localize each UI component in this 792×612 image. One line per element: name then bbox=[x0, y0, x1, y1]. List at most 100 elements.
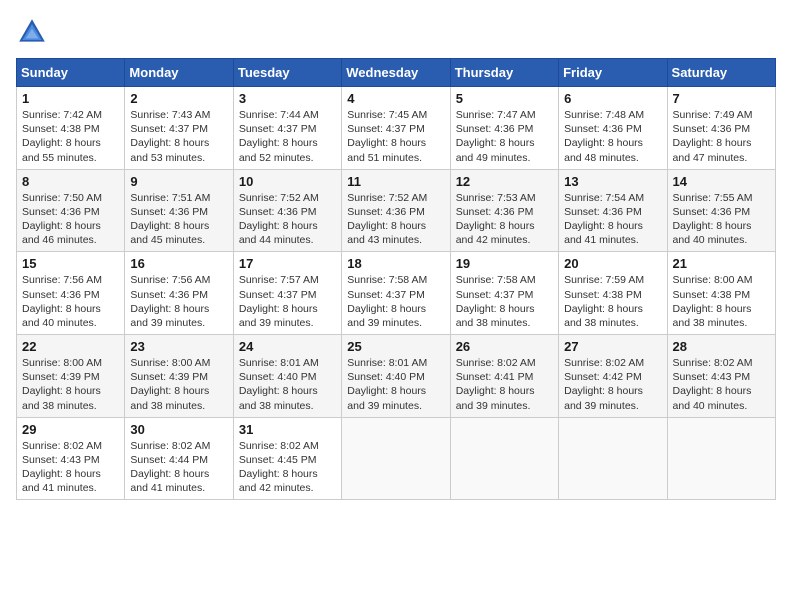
day-info: Sunrise: 7:42 AM Sunset: 4:38 PM Dayligh… bbox=[22, 108, 119, 165]
weekday-header-thursday: Thursday bbox=[450, 59, 558, 87]
sunrise-label: Sunrise: 7:49 AM bbox=[673, 109, 753, 121]
daylight-label: Daylight: 8 hours and 38 minutes. bbox=[239, 385, 318, 411]
weekday-header-sunday: Sunday bbox=[17, 59, 125, 87]
calendar-cell: 28 Sunrise: 8:02 AM Sunset: 4:43 PM Dayl… bbox=[667, 335, 775, 418]
calendar-cell: 10 Sunrise: 7:52 AM Sunset: 4:36 PM Dayl… bbox=[233, 169, 341, 252]
sunset-label: Sunset: 4:37 PM bbox=[239, 123, 317, 135]
day-number: 20 bbox=[564, 256, 661, 271]
calendar-cell: 14 Sunrise: 7:55 AM Sunset: 4:36 PM Dayl… bbox=[667, 169, 775, 252]
calendar-cell: 7 Sunrise: 7:49 AM Sunset: 4:36 PM Dayli… bbox=[667, 87, 775, 170]
daylight-label: Daylight: 8 hours and 40 minutes. bbox=[673, 385, 752, 411]
day-info: Sunrise: 8:02 AM Sunset: 4:43 PM Dayligh… bbox=[22, 439, 119, 496]
day-number: 15 bbox=[22, 256, 119, 271]
day-info: Sunrise: 8:02 AM Sunset: 4:41 PM Dayligh… bbox=[456, 356, 553, 413]
daylight-label: Daylight: 8 hours and 39 minutes. bbox=[239, 303, 318, 329]
day-number: 5 bbox=[456, 91, 553, 106]
sunrise-label: Sunrise: 7:54 AM bbox=[564, 192, 644, 204]
page: SundayMondayTuesdayWednesdayThursdayFrid… bbox=[0, 0, 792, 612]
weekday-header-monday: Monday bbox=[125, 59, 233, 87]
calendar-cell: 26 Sunrise: 8:02 AM Sunset: 4:41 PM Dayl… bbox=[450, 335, 558, 418]
sunset-label: Sunset: 4:38 PM bbox=[673, 289, 751, 301]
weekday-header-saturday: Saturday bbox=[667, 59, 775, 87]
daylight-label: Daylight: 8 hours and 42 minutes. bbox=[239, 468, 318, 494]
calendar-cell: 23 Sunrise: 8:00 AM Sunset: 4:39 PM Dayl… bbox=[125, 335, 233, 418]
logo bbox=[16, 16, 52, 48]
sunset-label: Sunset: 4:36 PM bbox=[456, 206, 534, 218]
day-info: Sunrise: 7:44 AM Sunset: 4:37 PM Dayligh… bbox=[239, 108, 336, 165]
sunset-label: Sunset: 4:36 PM bbox=[130, 289, 208, 301]
calendar-cell: 31 Sunrise: 8:02 AM Sunset: 4:45 PM Dayl… bbox=[233, 417, 341, 500]
day-info: Sunrise: 7:47 AM Sunset: 4:36 PM Dayligh… bbox=[456, 108, 553, 165]
sunrise-label: Sunrise: 8:02 AM bbox=[673, 357, 753, 369]
day-info: Sunrise: 7:48 AM Sunset: 4:36 PM Dayligh… bbox=[564, 108, 661, 165]
day-info: Sunrise: 7:50 AM Sunset: 4:36 PM Dayligh… bbox=[22, 191, 119, 248]
daylight-label: Daylight: 8 hours and 39 minutes. bbox=[456, 385, 535, 411]
day-number: 29 bbox=[22, 422, 119, 437]
day-info: Sunrise: 8:01 AM Sunset: 4:40 PM Dayligh… bbox=[347, 356, 444, 413]
daylight-label: Daylight: 8 hours and 45 minutes. bbox=[130, 220, 209, 246]
logo-icon bbox=[16, 16, 48, 48]
day-info: Sunrise: 7:45 AM Sunset: 4:37 PM Dayligh… bbox=[347, 108, 444, 165]
calendar-cell: 22 Sunrise: 8:00 AM Sunset: 4:39 PM Dayl… bbox=[17, 335, 125, 418]
day-info: Sunrise: 7:56 AM Sunset: 4:36 PM Dayligh… bbox=[130, 273, 227, 330]
sunrise-label: Sunrise: 8:00 AM bbox=[673, 274, 753, 286]
daylight-label: Daylight: 8 hours and 39 minutes. bbox=[347, 303, 426, 329]
sunset-label: Sunset: 4:45 PM bbox=[239, 454, 317, 466]
sunset-label: Sunset: 4:37 PM bbox=[239, 289, 317, 301]
calendar-cell: 5 Sunrise: 7:47 AM Sunset: 4:36 PM Dayli… bbox=[450, 87, 558, 170]
calendar-cell: 18 Sunrise: 7:58 AM Sunset: 4:37 PM Dayl… bbox=[342, 252, 450, 335]
calendar-cell: 30 Sunrise: 8:02 AM Sunset: 4:44 PM Dayl… bbox=[125, 417, 233, 500]
sunrise-label: Sunrise: 7:58 AM bbox=[456, 274, 536, 286]
day-info: Sunrise: 8:00 AM Sunset: 4:39 PM Dayligh… bbox=[22, 356, 119, 413]
sunrise-label: Sunrise: 7:50 AM bbox=[22, 192, 102, 204]
daylight-label: Daylight: 8 hours and 38 minutes. bbox=[673, 303, 752, 329]
weekday-header-wednesday: Wednesday bbox=[342, 59, 450, 87]
sunset-label: Sunset: 4:37 PM bbox=[456, 289, 534, 301]
day-number: 13 bbox=[564, 174, 661, 189]
header bbox=[16, 16, 776, 48]
sunset-label: Sunset: 4:36 PM bbox=[22, 206, 100, 218]
week-row-3: 15 Sunrise: 7:56 AM Sunset: 4:36 PM Dayl… bbox=[17, 252, 776, 335]
daylight-label: Daylight: 8 hours and 38 minutes. bbox=[456, 303, 535, 329]
calendar-cell: 15 Sunrise: 7:56 AM Sunset: 4:36 PM Dayl… bbox=[17, 252, 125, 335]
sunrise-label: Sunrise: 8:02 AM bbox=[22, 440, 102, 452]
day-info: Sunrise: 7:52 AM Sunset: 4:36 PM Dayligh… bbox=[347, 191, 444, 248]
day-info: Sunrise: 8:02 AM Sunset: 4:44 PM Dayligh… bbox=[130, 439, 227, 496]
day-number: 16 bbox=[130, 256, 227, 271]
sunrise-label: Sunrise: 7:58 AM bbox=[347, 274, 427, 286]
daylight-label: Daylight: 8 hours and 40 minutes. bbox=[673, 220, 752, 246]
sunset-label: Sunset: 4:36 PM bbox=[239, 206, 317, 218]
day-number: 19 bbox=[456, 256, 553, 271]
daylight-label: Daylight: 8 hours and 48 minutes. bbox=[564, 137, 643, 163]
daylight-label: Daylight: 8 hours and 52 minutes. bbox=[239, 137, 318, 163]
sunrise-label: Sunrise: 8:01 AM bbox=[239, 357, 319, 369]
daylight-label: Daylight: 8 hours and 43 minutes. bbox=[347, 220, 426, 246]
sunset-label: Sunset: 4:36 PM bbox=[22, 289, 100, 301]
calendar-cell bbox=[559, 417, 667, 500]
calendar-cell: 4 Sunrise: 7:45 AM Sunset: 4:37 PM Dayli… bbox=[342, 87, 450, 170]
sunset-label: Sunset: 4:38 PM bbox=[564, 289, 642, 301]
calendar-cell: 13 Sunrise: 7:54 AM Sunset: 4:36 PM Dayl… bbox=[559, 169, 667, 252]
daylight-label: Daylight: 8 hours and 40 minutes. bbox=[22, 303, 101, 329]
day-info: Sunrise: 7:51 AM Sunset: 4:36 PM Dayligh… bbox=[130, 191, 227, 248]
calendar-cell: 24 Sunrise: 8:01 AM Sunset: 4:40 PM Dayl… bbox=[233, 335, 341, 418]
week-row-5: 29 Sunrise: 8:02 AM Sunset: 4:43 PM Dayl… bbox=[17, 417, 776, 500]
day-number: 31 bbox=[239, 422, 336, 437]
daylight-label: Daylight: 8 hours and 53 minutes. bbox=[130, 137, 209, 163]
daylight-label: Daylight: 8 hours and 38 minutes. bbox=[130, 385, 209, 411]
day-number: 11 bbox=[347, 174, 444, 189]
daylight-label: Daylight: 8 hours and 55 minutes. bbox=[22, 137, 101, 163]
weekday-header-friday: Friday bbox=[559, 59, 667, 87]
day-number: 24 bbox=[239, 339, 336, 354]
day-info: Sunrise: 8:00 AM Sunset: 4:38 PM Dayligh… bbox=[673, 273, 770, 330]
weekday-header-row: SundayMondayTuesdayWednesdayThursdayFrid… bbox=[17, 59, 776, 87]
day-number: 12 bbox=[456, 174, 553, 189]
sunrise-label: Sunrise: 8:02 AM bbox=[456, 357, 536, 369]
sunset-label: Sunset: 4:40 PM bbox=[347, 371, 425, 383]
calendar-cell: 29 Sunrise: 8:02 AM Sunset: 4:43 PM Dayl… bbox=[17, 417, 125, 500]
sunset-label: Sunset: 4:43 PM bbox=[673, 371, 751, 383]
sunrise-label: Sunrise: 7:57 AM bbox=[239, 274, 319, 286]
day-number: 14 bbox=[673, 174, 770, 189]
calendar-cell bbox=[342, 417, 450, 500]
daylight-label: Daylight: 8 hours and 49 minutes. bbox=[456, 137, 535, 163]
